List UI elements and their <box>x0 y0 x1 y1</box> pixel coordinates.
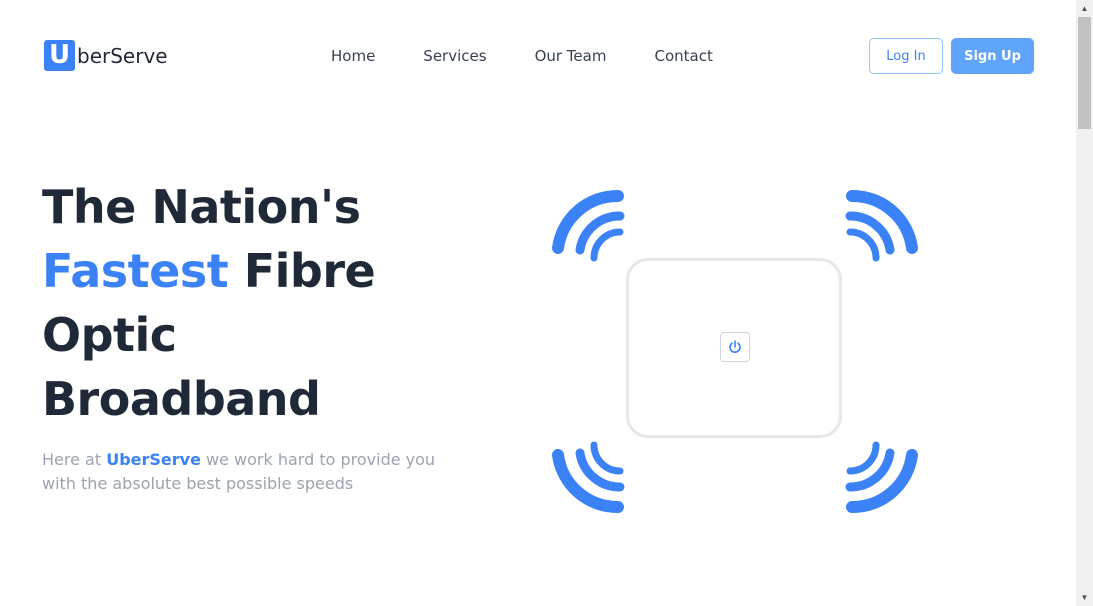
logo-text: berServe <box>77 43 168 68</box>
nav-contact[interactable]: Contact <box>654 47 712 65</box>
router-illustration <box>540 180 930 520</box>
logo-mark: U <box>44 40 75 71</box>
hero-title-line-2-rest: Fibre <box>228 244 376 298</box>
scroll-up-icon[interactable]: ▲ <box>1076 0 1093 17</box>
wifi-wave-icon <box>845 189 918 262</box>
router-device <box>626 258 842 438</box>
nav-our-team[interactable]: Our Team <box>535 47 607 65</box>
wifi-wave-icon <box>552 441 625 514</box>
wifi-wave-icon <box>552 189 625 262</box>
scroll-thumb[interactable] <box>1078 17 1091 129</box>
hero-title-line-4: Broadband <box>42 372 321 426</box>
log-in-button[interactable]: Log In <box>869 38 943 74</box>
hero-subtitle-before: Here at <box>42 450 107 469</box>
nav-services[interactable]: Services <box>423 47 486 65</box>
hero-title: The Nation's Fastest Fibre Optic Broadba… <box>42 175 376 431</box>
page-scrollbar[interactable]: ▲ ▼ <box>1076 0 1093 606</box>
sign-up-button[interactable]: Sign Up <box>951 38 1034 74</box>
wifi-wave-icon <box>845 441 918 514</box>
hero-title-line-2: Fastest Fibre <box>42 239 376 303</box>
hero-subtitle-brand: UberServe <box>106 450 201 469</box>
logo[interactable]: U berServe <box>44 40 168 71</box>
hero-title-line-1: The Nation's <box>42 180 361 234</box>
hero-title-line-3: Optic <box>42 308 177 362</box>
page: U berServe Home Services Our Team Contac… <box>0 0 1076 606</box>
hero-subtitle: Here at UberServe we work hard to provid… <box>42 448 442 496</box>
power-icon <box>729 340 741 353</box>
nav-home[interactable]: Home <box>331 47 375 65</box>
hero-title-accent: Fastest <box>42 244 229 298</box>
power-button[interactable] <box>720 332 750 362</box>
scroll-down-icon[interactable]: ▼ <box>1076 589 1093 606</box>
main-nav: Home Services Our Team Contact <box>331 47 713 65</box>
